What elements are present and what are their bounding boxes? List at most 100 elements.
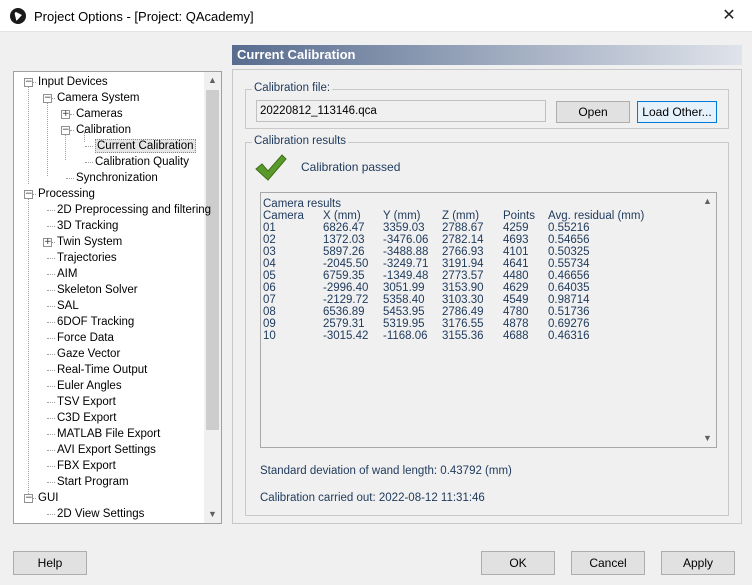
tree-item[interactable]: Synchronization bbox=[76, 170, 158, 186]
tree-item[interactable]: Force Data bbox=[57, 330, 114, 346]
table-cell: 4878 bbox=[503, 318, 529, 330]
tree-item[interactable]: Calibration bbox=[76, 122, 131, 138]
tree-item[interactable]: C3D Export bbox=[57, 410, 116, 426]
scroll-thumb[interactable] bbox=[206, 90, 219, 430]
tree-item[interactable]: 2D View Settings bbox=[57, 506, 144, 522]
tree-item[interactable]: Calibration Quality bbox=[95, 154, 189, 170]
tree-item[interactable]: 6DOF Tracking bbox=[57, 314, 134, 330]
calibration-status: Calibration passed bbox=[301, 160, 401, 174]
table-cell: 3359.03 bbox=[383, 222, 425, 234]
tree-item[interactable]: SAL bbox=[57, 298, 79, 314]
table-cell: 1372.03 bbox=[323, 234, 365, 246]
tree-connector bbox=[33, 82, 36, 83]
tree-connector bbox=[47, 226, 55, 227]
cancel-button[interactable]: Cancel bbox=[571, 551, 645, 575]
collapse-icon[interactable]: − bbox=[61, 126, 70, 135]
tree-item-label: Force Data bbox=[57, 332, 114, 344]
table-cell: 03 bbox=[263, 246, 276, 258]
tree-item-label: C3D Export bbox=[57, 412, 117, 424]
tree-item[interactable]: 3D Tracking bbox=[57, 218, 118, 234]
scroll-up-icon[interactable]: ▲ bbox=[699, 193, 716, 210]
scroll-down-icon[interactable]: ▼ bbox=[204, 506, 221, 523]
table-cell: 0.51736 bbox=[548, 306, 590, 318]
tree-item-label: Calibration Quality bbox=[95, 156, 189, 168]
results-title: Camera results bbox=[263, 198, 341, 210]
tree-item[interactable]: Input Devices bbox=[38, 74, 108, 90]
tree-item-label: Processing bbox=[38, 188, 95, 200]
table-cell: 05 bbox=[263, 270, 276, 282]
scroll-up-icon[interactable]: ▲ bbox=[204, 72, 221, 89]
tree-item[interactable]: Skeleton Solver bbox=[57, 282, 138, 298]
apply-button[interactable]: Apply bbox=[661, 551, 735, 575]
tree-item[interactable]: Processing bbox=[38, 186, 95, 202]
close-icon[interactable]: ✕ bbox=[706, 0, 752, 32]
table-cell: -2045.50 bbox=[323, 258, 369, 270]
tree-item[interactable]: AIM bbox=[57, 266, 77, 282]
panel-header: Current Calibration bbox=[232, 45, 742, 65]
tree-item[interactable]: Current Calibration bbox=[95, 138, 196, 154]
table-cell: 02 bbox=[263, 234, 276, 246]
results-scrollbar[interactable]: ▲ ▼ bbox=[699, 193, 716, 447]
camera-results-box[interactable]: ▲ ▼ Camera results Camera X (mm) Y (mm) Z (m… bbox=[260, 192, 717, 448]
tree-item[interactable]: FBX Export bbox=[57, 458, 116, 474]
tree-scrollbar[interactable]: ▲ ▼ bbox=[204, 72, 221, 523]
table-cell: 10 bbox=[263, 330, 276, 342]
window-title: Project Options - [Project: QAcademy] bbox=[34, 9, 254, 24]
tree-item[interactable]: Gaze Vector bbox=[57, 346, 120, 362]
tree-item[interactable]: MATLAB File Export bbox=[57, 426, 160, 442]
ok-button[interactable]: OK bbox=[481, 551, 555, 575]
tree-item[interactable]: GUI bbox=[38, 490, 58, 506]
calibration-file-field[interactable]: 20220812_113146.qca bbox=[256, 100, 546, 122]
tree-item-label: Current Calibration bbox=[95, 139, 196, 153]
tree-item[interactable]: Euler Angles bbox=[57, 378, 122, 394]
tree-item[interactable]: Start Program bbox=[57, 474, 129, 490]
table-cell: 01 bbox=[263, 222, 276, 234]
tree-item-label: Calibration bbox=[76, 124, 131, 136]
table-cell: 3155.36 bbox=[442, 330, 484, 342]
options-tree[interactable]: ▲ ▼ Input Devices − Camera System − Cameras +… bbox=[13, 71, 222, 524]
tree-item-label: Synchronization bbox=[76, 172, 158, 184]
tree-item-label: Real-Time Output bbox=[57, 364, 148, 376]
tree-item[interactable]: Camera System bbox=[57, 90, 139, 106]
tree-item[interactable]: 2D Preprocessing and filtering bbox=[57, 202, 211, 218]
collapse-icon[interactable]: − bbox=[24, 78, 33, 87]
tree-item-label: Camera System bbox=[57, 92, 140, 104]
table-cell: 4688 bbox=[503, 330, 529, 342]
table-cell: 0.54656 bbox=[548, 234, 590, 246]
table-cell: 5897.26 bbox=[323, 246, 365, 258]
help-button[interactable]: Help bbox=[13, 551, 87, 575]
app-logo-icon bbox=[10, 8, 26, 24]
tree-item[interactable]: Trajectories bbox=[57, 250, 117, 266]
scroll-down-icon[interactable]: ▼ bbox=[699, 430, 716, 447]
table-cell: 0.55734 bbox=[548, 258, 590, 270]
expand-icon[interactable]: + bbox=[43, 238, 52, 247]
expand-icon[interactable]: + bbox=[61, 110, 70, 119]
tree-item[interactable]: Real-Time Output bbox=[57, 362, 147, 378]
tree-connector bbox=[85, 146, 93, 147]
collapse-icon[interactable]: − bbox=[24, 190, 33, 199]
open-button[interactable]: Open bbox=[556, 101, 630, 123]
table-cell: 2782.14 bbox=[442, 234, 484, 246]
table-cell: 4629 bbox=[503, 282, 529, 294]
column-header: X (mm) bbox=[323, 210, 361, 222]
column-header: Avg. residual (mm) bbox=[548, 210, 645, 222]
table-cell: -3476.06 bbox=[383, 234, 429, 246]
calibration-timestamp: Calibration carried out: 2022-08-12 11:3… bbox=[260, 492, 485, 504]
collapse-icon[interactable]: − bbox=[24, 494, 33, 503]
table-cell: -1349.48 bbox=[383, 270, 429, 282]
group-title: Calibration results bbox=[252, 135, 349, 147]
tree-item-label: SAL bbox=[57, 300, 79, 312]
tree-item[interactable]: AVI Export Settings bbox=[57, 442, 156, 458]
tree-item[interactable]: Cameras bbox=[76, 106, 123, 122]
tree-item[interactable]: Twin System bbox=[57, 234, 122, 250]
load-other-button[interactable]: Load Other... bbox=[637, 101, 717, 123]
table-cell: 0.69276 bbox=[548, 318, 590, 330]
tree-connector bbox=[47, 338, 55, 339]
tree-connector bbox=[47, 100, 48, 176]
table-cell: 0.46656 bbox=[548, 270, 590, 282]
table-cell: 5319.95 bbox=[383, 318, 425, 330]
tree-connector bbox=[28, 196, 29, 496]
collapse-icon[interactable]: − bbox=[43, 94, 52, 103]
table-cell: 6536.89 bbox=[323, 306, 365, 318]
tree-item[interactable]: TSV Export bbox=[57, 394, 116, 410]
